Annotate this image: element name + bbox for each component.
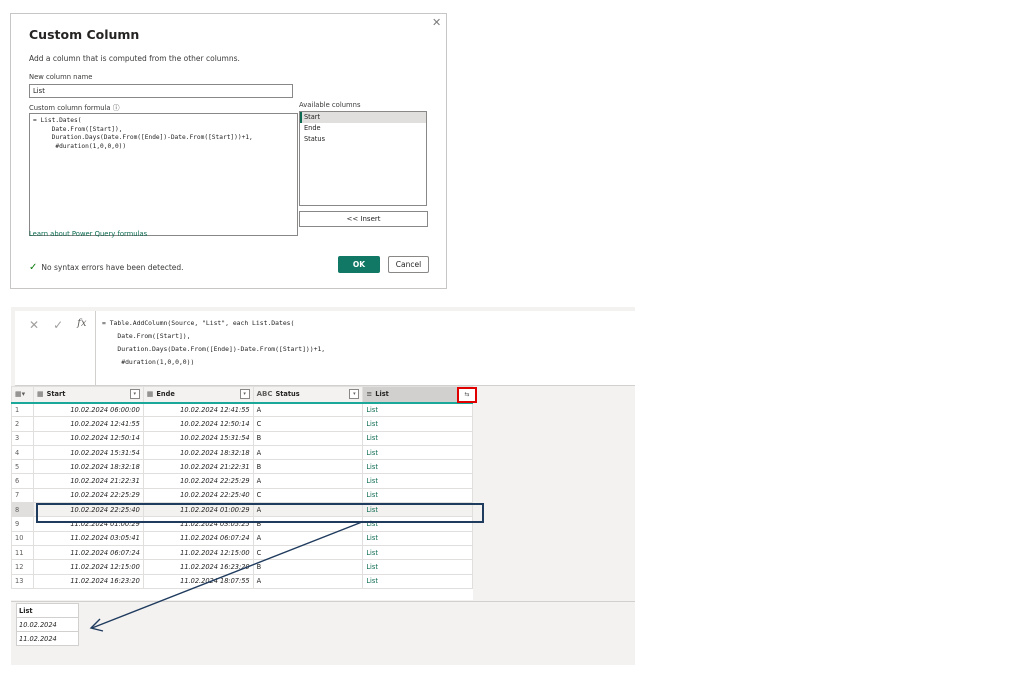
preview-value[interactable]: 11.02.2024 [16, 631, 79, 646]
annotation-arrow [89, 521, 363, 632]
preview-header: List [16, 603, 79, 618]
list-preview: List 10.02.2024 11.02.2024 [16, 603, 79, 646]
preview-value[interactable]: 10.02.2024 [16, 617, 79, 632]
